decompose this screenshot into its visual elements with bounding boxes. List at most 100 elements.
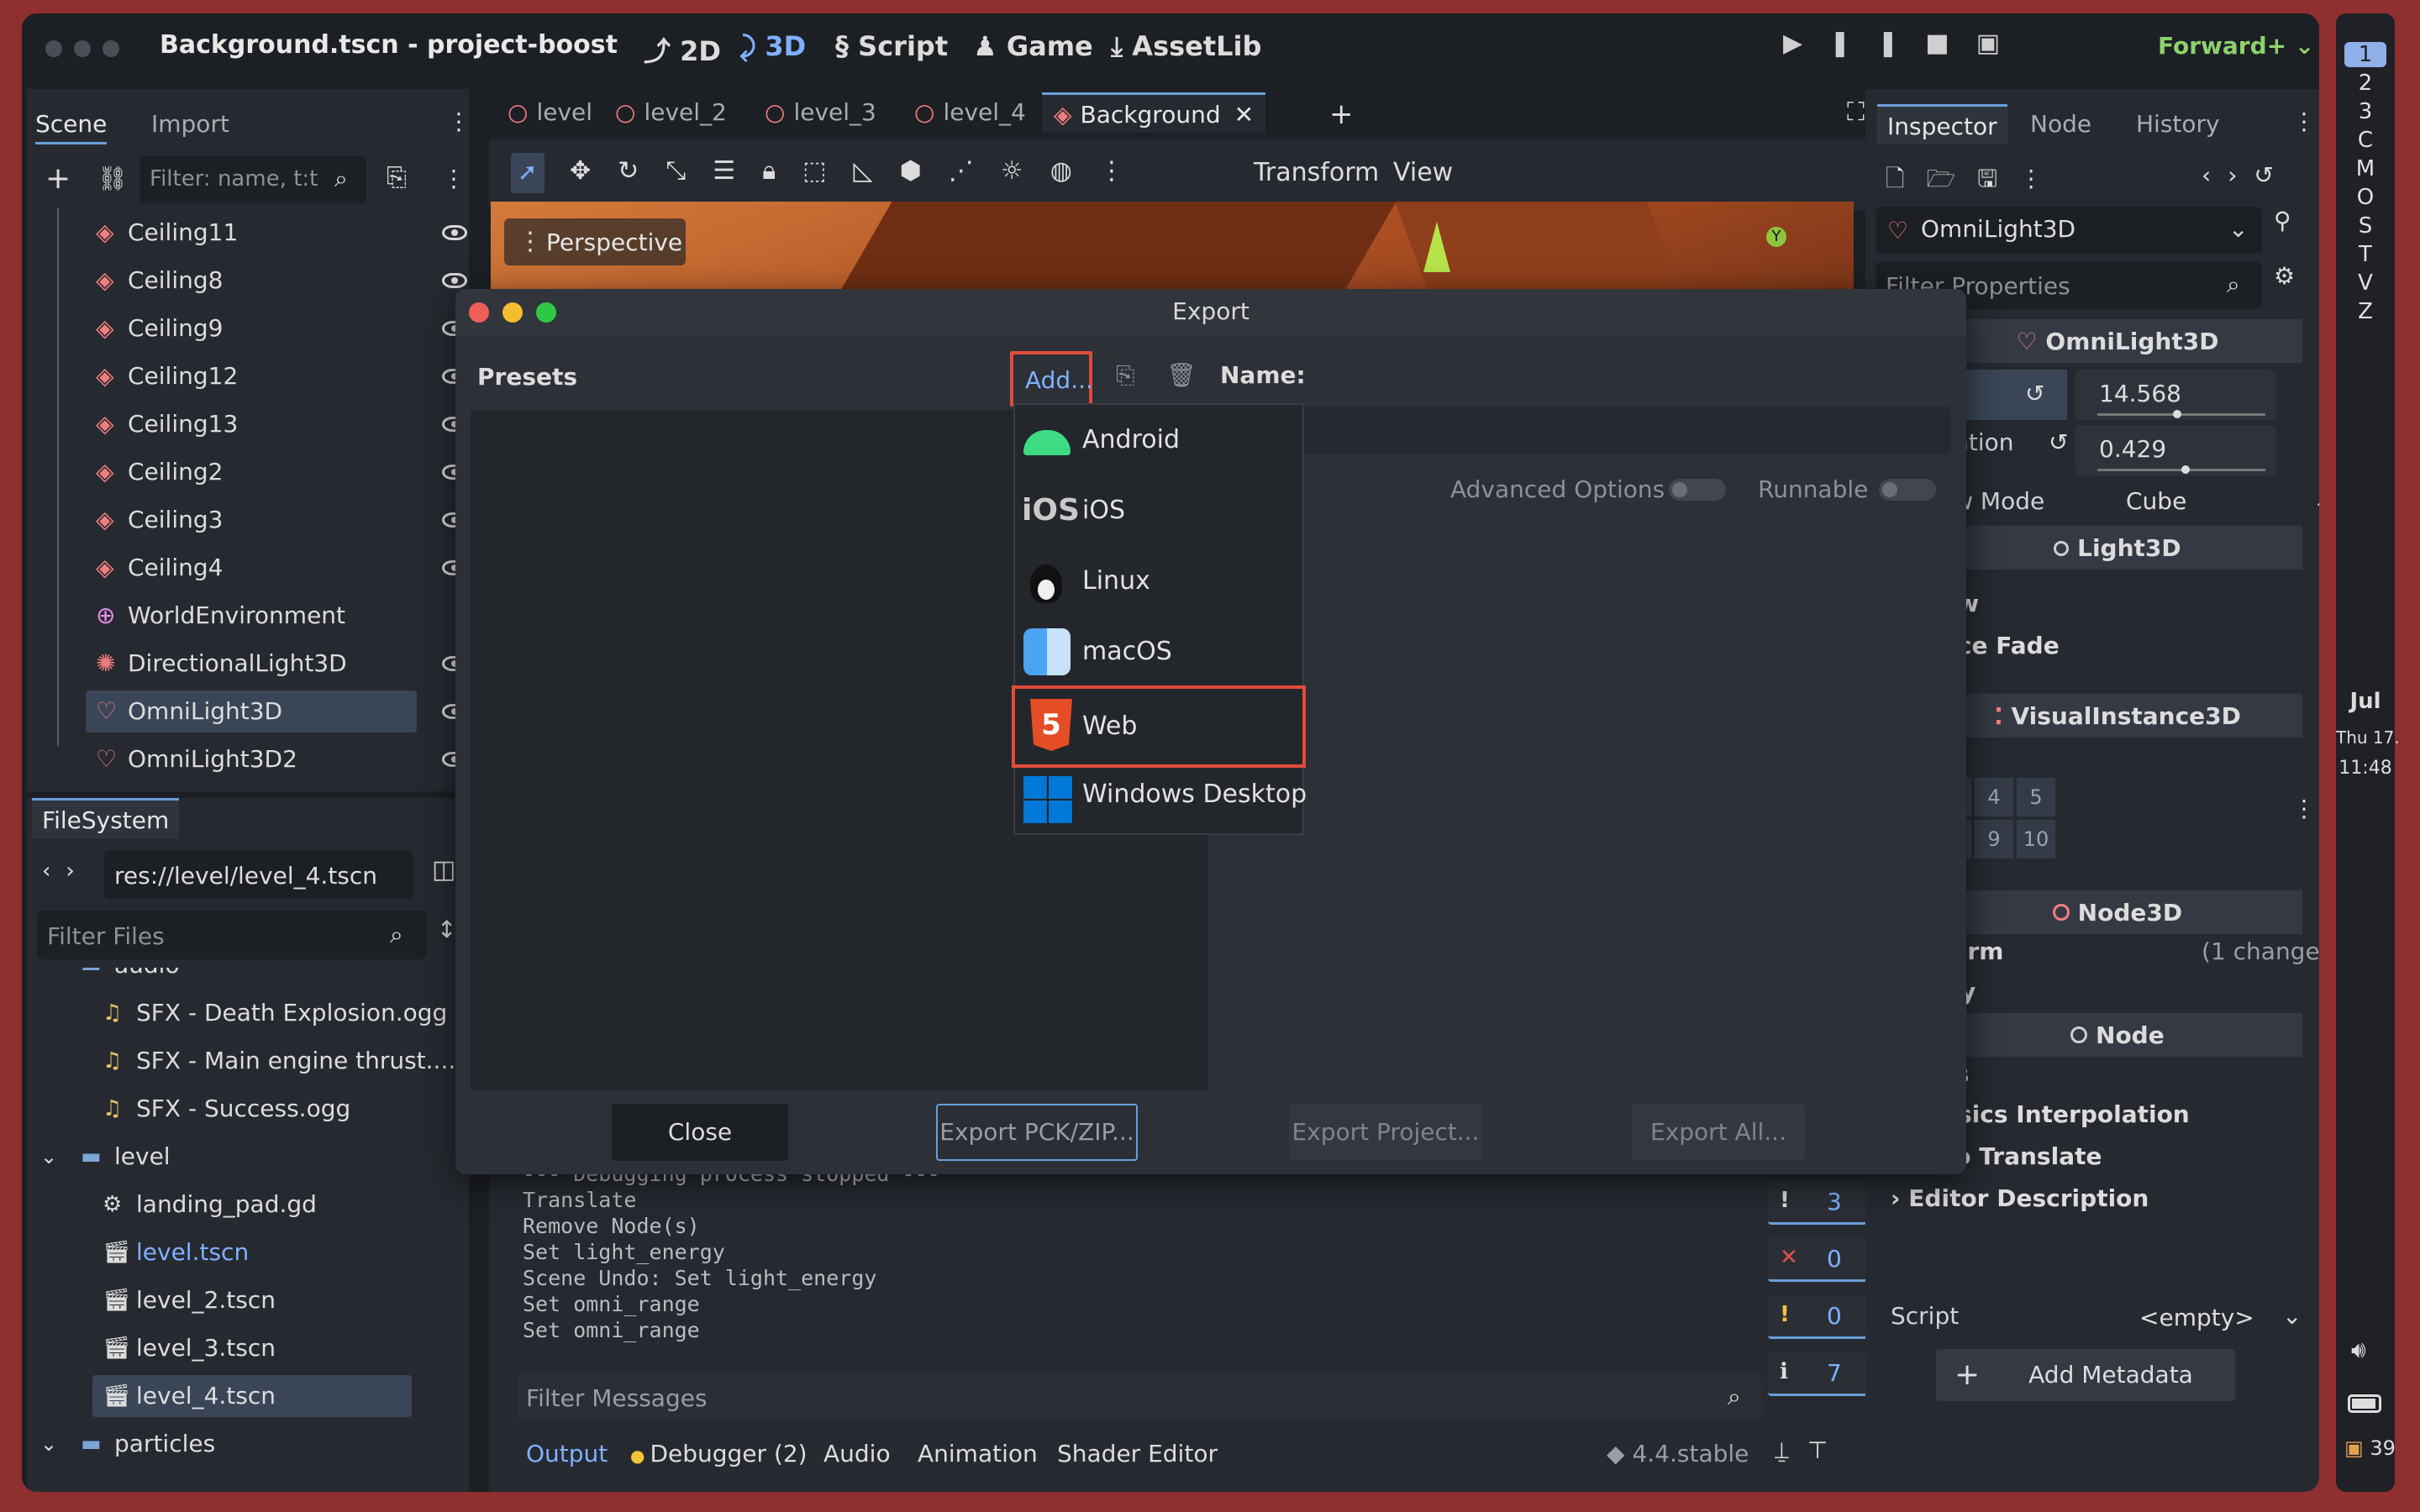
select-tool[interactable]: ➚ [511,153,544,193]
bottom-tab[interactable]: Shader Editor [1057,1440,1218,1467]
new-tab-icon[interactable]: + [1329,97,1354,131]
maximize-dot[interactable] [103,40,119,57]
scene-tree-row[interactable]: ◈ Ceiling3 [74,499,435,541]
scene-tree-row[interactable]: ◈ Ceiling4 [74,547,435,589]
transform-tools[interactable]: ✥↻⤡☰🔒︎⬚◺⬢⋰☼◍⋮ [570,156,1151,186]
file-tree-row[interactable]: 🎬︎ level_3.tscn [92,1327,412,1369]
workspace-indicator[interactable]: C [2336,128,2395,153]
scene-tree-row[interactable]: ◈ Ceiling12 [74,355,435,397]
scene-tree-row[interactable]: ♡ OmniLight3D [86,690,417,732]
inspector-toolbar[interactable]: 🗋︎🗁︎🖫︎⋮ [1886,161,2065,202]
kebab-icon[interactable]: ⋮ [447,108,471,135]
file-tree-row[interactable]: ⌄ ▬ level [40,1136,412,1178]
workspace-2d[interactable]: ⤴ 2D [644,30,721,69]
trash-icon[interactable]: 🗑︎ [1166,361,1197,389]
export-project-button[interactable]: Export Project... [1289,1104,1482,1161]
perspective-menu[interactable]: ⋮ Perspective [504,218,686,265]
scene-tree-row[interactable]: ♡ OmniLight3D2 [74,738,435,780]
kebab-icon[interactable]: ⋮ [442,165,466,192]
inspector-group[interactable]: › Editor Description [1891,1184,2149,1212]
tab-history[interactable]: History [2136,104,2220,144]
history-nav[interactable]: ‹› [42,858,90,884]
tab-level-2[interactable]: ○ level_2 [615,92,727,133]
workspace-indicator[interactable]: T [2336,242,2395,267]
workspace-game[interactable]: ♟ Game [973,30,1093,62]
instance-icon[interactable]: ⎘ [387,163,407,192]
file-tree-row[interactable]: 🎬︎ level.tscn [92,1231,412,1273]
file-tree-row[interactable]: 🎬︎ level_4.tscn [92,1375,412,1417]
gizmo-y-axis[interactable]: Y [1766,227,1786,247]
workspace-script[interactable]: § Script [835,30,948,62]
message-filter-input[interactable]: Filter Messages ⌕ [518,1374,1761,1421]
workspace-indicator[interactable]: 1 [2344,42,2386,67]
menu-item-android[interactable]: Android [1015,405,1302,475]
attenuation-input[interactable]: 0.429 [2075,425,2275,475]
file-tree-row[interactable]: 🎬︎ level_2.tscn [92,1279,412,1321]
runnable-toggle[interactable] [1879,479,1936,501]
log-filter-toggle[interactable]: ! 0 [1768,1295,1867,1339]
layer-cell[interactable]: 5 [2017,778,2055,816]
renderer-select[interactable]: Forward+ ⌄ [2158,32,2314,60]
scene-tree-row[interactable]: ⊕ WorldEnvironment [74,595,435,637]
scene-tree-row[interactable]: ◈ Ceiling13 [74,403,435,445]
log-filter-toggle[interactable]: ℹ7 [1768,1352,1867,1396]
workspace-indicator[interactable]: O [2336,185,2395,210]
workspace-indicator[interactable]: Z [2336,299,2395,324]
add-metadata-button[interactable]: + Add Metadata [1936,1349,2235,1401]
menu-item-web[interactable]: 5 Web [1012,685,1306,768]
export-pck-button[interactable]: Export PCK/ZIP... [936,1104,1138,1161]
tab-level-3[interactable]: ○ level_3 [765,92,876,133]
file-tree-row[interactable]: ♫ SFX - Main engine thrust.... [92,1040,455,1082]
section-node[interactable]: Node [1933,1013,2302,1057]
path-field[interactable]: res://level/level_4.tscn [104,850,413,899]
duplicate-icon[interactable]: ⎘ [1116,361,1134,390]
workspace-indicator[interactable]: M [2336,156,2395,181]
log-filter-toggle[interactable]: ✕ 0 [1768,1238,1867,1282]
history-nav[interactable]: ‹›↺ [2202,161,2291,189]
bottom-tab[interactable]: Output [526,1440,608,1467]
file-tree-row[interactable]: ♫ SFX - Death Explosion.ogg [92,992,447,1034]
tab-background[interactable]: ◈ Background ✕ [1042,92,1266,133]
workspace-assetlib[interactable]: ⤓ AssetLib [1111,30,1261,63]
tab-scene[interactable]: Scene [35,104,108,144]
section-visualinstance3d[interactable]: ⁚ VisualInstance3D [1933,694,2302,738]
visibility-eye-icon[interactable] [442,273,467,288]
files-filter-input[interactable]: Filter Files ⌕ [37,911,427,959]
scene-tree-row[interactable]: ◈ Ceiling2 [74,451,435,493]
link-icon[interactable]: ⛓ [97,165,128,192]
section-omnilight3d[interactable]: ♡ OmniLight3D [1933,319,2302,363]
script-value[interactable]: <empty> [2139,1304,2254,1331]
filter-options-icon[interactable]: ⚙ [2274,262,2295,290]
volume-icon[interactable]: 🔊︎ [2351,1336,2366,1364]
scene-tree-row[interactable]: ◈ Ceiling8 [74,260,435,302]
close-icon[interactable]: ✕ [1234,101,1254,129]
tab-import[interactable]: Import [151,104,229,144]
section-light3d[interactable]: Light3D [1933,526,2302,570]
bottom-tab[interactable]: ● Debugger (2) [630,1440,808,1467]
menu-item-ios[interactable]: iOS iOS [1015,475,1302,546]
section-node3d[interactable]: Node3D [1933,890,2302,934]
scene-tree-row[interactable]: ✺ DirectionalLight3D [74,643,435,685]
layer-cell[interactable]: 4 [1975,778,2013,816]
tab-filesystem[interactable]: FileSystem [32,798,180,838]
file-tree-row[interactable]: ▬ audio [71,968,412,986]
kebab-icon[interactable]: ⋮ [2292,108,2316,135]
minimize-dot[interactable] [74,40,91,57]
tab-inspector[interactable]: Inspector [1877,104,2007,144]
battery-icon[interactable] [2348,1394,2381,1413]
bottom-tab[interactable]: Animation [918,1440,1038,1467]
tab-node[interactable]: Node [2030,104,2091,144]
run-controls[interactable]: ▶❚❚■▣ [1783,29,2027,58]
log-filter-toggle[interactable]: ! 3 [1768,1181,1867,1225]
file-tree-row[interactable]: ⌄ ▬ particles [40,1423,412,1465]
menu-item-windows[interactable]: Windows Desktop [1015,759,1307,830]
view-menu[interactable]: View [1393,158,1453,187]
advanced-options-toggle[interactable] [1669,479,1726,501]
sort-icon[interactable]: ↕ [437,916,456,943]
menu-item-macos[interactable]: macOS [1015,617,1302,687]
workspace-indicator[interactable]: V [2336,270,2395,296]
menu-item-linux[interactable]: Linux [1015,546,1302,617]
file-tree-row[interactable]: ⚙ landing_pad.gd [92,1184,412,1226]
preset-name-input[interactable] [1220,407,1951,454]
add-preset-button[interactable]: Add... [1010,351,1093,407]
